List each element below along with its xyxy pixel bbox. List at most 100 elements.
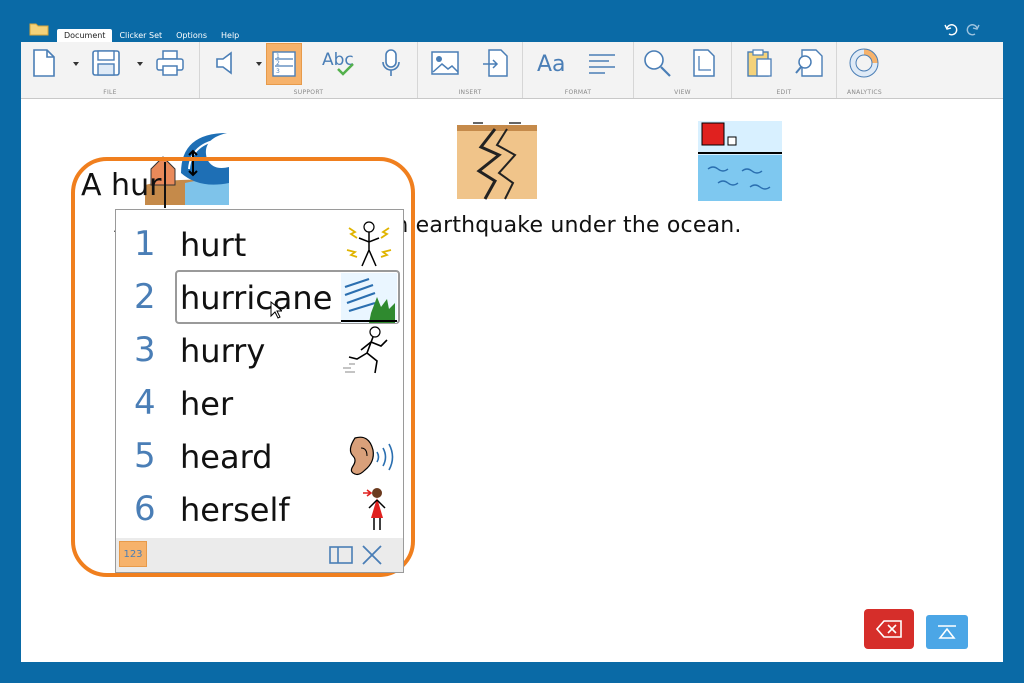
save-dropdown-icon[interactable] bbox=[136, 60, 144, 68]
speech-button[interactable] bbox=[210, 46, 244, 80]
spellcheck-icon: Abc bbox=[322, 50, 354, 76]
group-analytics: ANALYTICS bbox=[837, 42, 892, 98]
page-size-button[interactable] bbox=[687, 46, 721, 80]
insert-picture-button[interactable] bbox=[428, 46, 462, 80]
group-label-format: FORMAT bbox=[564, 89, 592, 96]
prediction-word: herself bbox=[180, 491, 290, 529]
group-file: FILE bbox=[21, 42, 200, 98]
picture-icon bbox=[431, 51, 459, 75]
prediction-word: hurricane bbox=[180, 279, 333, 317]
prediction-item-2[interactable]: 2 hurricane bbox=[116, 270, 405, 324]
page-resize-icon bbox=[693, 49, 715, 77]
redo-icon[interactable] bbox=[966, 22, 980, 36]
menu-tabs: Document Clicker Set Options Help bbox=[57, 29, 246, 42]
prediction-number: 1 bbox=[134, 224, 156, 264]
backspace-icon bbox=[876, 620, 902, 638]
mouse-pointer-icon bbox=[270, 301, 282, 319]
prediction-word: hurry bbox=[180, 332, 266, 370]
prediction-item-4[interactable]: 4 her bbox=[116, 377, 405, 429]
word-prediction-panel: 1 hurt 2 hurricane 3 hurry 4 her 5 heard… bbox=[115, 209, 404, 573]
title-bar: Document Clicker Set Options Help bbox=[21, 14, 1003, 42]
group-view: VIEW bbox=[634, 42, 732, 98]
font-icon: Aa bbox=[537, 52, 566, 77]
analytics-button[interactable] bbox=[847, 46, 881, 80]
svg-text:2: 2 bbox=[276, 60, 280, 67]
save-icon bbox=[92, 50, 120, 76]
prediction-word: her bbox=[180, 385, 234, 423]
delete-word-button[interactable] bbox=[864, 609, 914, 649]
microphone-icon bbox=[382, 49, 400, 76]
tab-document[interactable]: Document bbox=[57, 29, 113, 42]
svg-text:1: 1 bbox=[276, 53, 280, 60]
find-in-document-icon bbox=[795, 49, 823, 77]
group-insert: INSERT bbox=[418, 42, 523, 98]
numbered-list-icon: 123 bbox=[272, 51, 296, 77]
new-dropdown-icon[interactable] bbox=[72, 60, 80, 68]
group-label-edit: EDIT bbox=[776, 89, 792, 96]
prediction-number: 5 bbox=[134, 436, 156, 476]
magnifier-icon bbox=[644, 50, 671, 77]
paste-button[interactable] bbox=[742, 46, 776, 80]
clipboard-icon bbox=[747, 49, 772, 77]
svg-text:Aa: Aa bbox=[537, 52, 566, 77]
svg-text:3: 3 bbox=[276, 68, 280, 75]
prediction-word: hurt bbox=[180, 226, 247, 264]
group-format: Aa FORMAT bbox=[523, 42, 634, 98]
close-icon[interactable] bbox=[361, 544, 383, 566]
prediction-number: 2 bbox=[134, 277, 156, 317]
tab-options[interactable]: Options bbox=[169, 29, 214, 42]
prediction-item-1[interactable]: 1 hurt bbox=[116, 218, 405, 270]
insert-file-button[interactable] bbox=[478, 46, 512, 80]
hurricane-symbol-icon bbox=[341, 273, 397, 323]
undo-icon[interactable] bbox=[944, 22, 958, 36]
speaker-icon bbox=[216, 51, 232, 75]
print-button[interactable] bbox=[153, 46, 187, 80]
prediction-word: heard bbox=[180, 438, 273, 476]
hurt-symbol-icon bbox=[346, 221, 392, 267]
prediction-footer: 123 bbox=[116, 538, 403, 572]
print-icon bbox=[156, 50, 184, 76]
font-button[interactable]: Aa bbox=[533, 46, 573, 80]
new-document-button[interactable] bbox=[27, 46, 61, 80]
group-label-insert: INSERT bbox=[458, 89, 482, 96]
zoom-button[interactable] bbox=[640, 46, 674, 80]
find-button[interactable] bbox=[792, 46, 826, 80]
dock-panel-icon[interactable] bbox=[329, 546, 353, 564]
herself-symbol-icon bbox=[363, 488, 386, 530]
eject-keyboard-icon bbox=[938, 625, 956, 639]
group-edit: EDIT bbox=[732, 42, 837, 98]
heard-symbol-icon bbox=[349, 436, 394, 476]
numbers-toggle-button[interactable]: 123 bbox=[119, 541, 147, 567]
group-support: 123 Abc SUPPORT bbox=[200, 42, 418, 98]
ribbon: FILE 123 Abc SUPPORT INSERT Aa FORMAT VI… bbox=[21, 42, 1003, 99]
prediction-number: 6 bbox=[134, 489, 156, 529]
microphone-button[interactable] bbox=[374, 46, 408, 80]
earthquake-symbol-icon bbox=[457, 122, 537, 200]
hurry-symbol-icon bbox=[343, 326, 388, 374]
group-label-analytics: ANALYTICS bbox=[846, 89, 883, 96]
prediction-number: 4 bbox=[134, 383, 156, 423]
group-label-file: FILE bbox=[103, 89, 117, 96]
paragraph-button[interactable] bbox=[585, 46, 619, 80]
donut-chart-icon bbox=[849, 48, 879, 78]
word-prediction-button[interactable]: 123 bbox=[266, 43, 302, 85]
new-document-icon bbox=[33, 49, 55, 77]
prediction-number: 3 bbox=[134, 330, 156, 370]
prediction-item-3[interactable]: 3 hurry bbox=[116, 324, 405, 376]
group-label-view: VIEW bbox=[674, 89, 691, 96]
spellcheck-button[interactable]: Abc bbox=[320, 46, 360, 80]
undo-redo-group bbox=[944, 22, 1002, 36]
prediction-item-6[interactable]: 6 herself bbox=[116, 483, 405, 535]
save-button[interactable] bbox=[89, 46, 123, 80]
prediction-item-5[interactable]: 5 heard bbox=[116, 430, 405, 482]
speech-dropdown-icon[interactable] bbox=[255, 60, 263, 68]
ocean-symbol-icon bbox=[698, 121, 782, 201]
folder-icon[interactable] bbox=[29, 22, 49, 36]
align-text-icon bbox=[589, 54, 615, 74]
tab-clicker-set[interactable]: Clicker Set bbox=[112, 29, 169, 42]
tab-help[interactable]: Help bbox=[214, 29, 246, 42]
clicker-window: Document Clicker Set Options Help FILE 1… bbox=[21, 14, 1003, 662]
group-label-support: SUPPORT bbox=[293, 89, 324, 96]
toggle-keyboard-button[interactable] bbox=[926, 615, 968, 649]
insert-document-icon bbox=[483, 49, 508, 77]
